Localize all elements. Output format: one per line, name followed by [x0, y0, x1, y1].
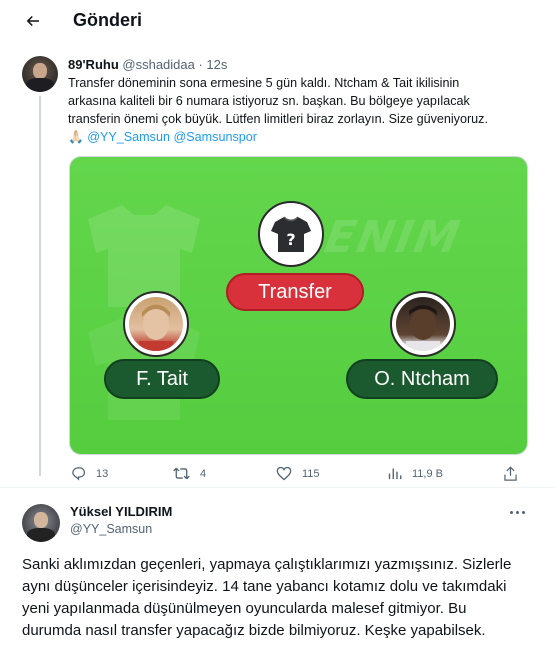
heart-icon [276, 466, 292, 481]
player-photo-ntcham [390, 291, 456, 357]
bar-chart-icon [388, 468, 402, 480]
tweet-time[interactable]: · 12s [198, 57, 227, 72]
reply-text-line: aynı düşünceler içerisindeyiz. 14 tane y… [22, 578, 507, 595]
tweet-text-line: arkasına kaliteli bir 6 numara istiyoruz… [68, 94, 470, 108]
reply-author-name[interactable]: Yüksel YILDIRIM [70, 504, 172, 519]
retweet-icon [173, 467, 190, 480]
views-button[interactable]: 11,9 B [387, 466, 443, 481]
avatar[interactable] [22, 56, 58, 92]
pray-emoji: 🙏🏻 [68, 130, 84, 144]
back-button[interactable] [20, 8, 46, 34]
svg-text:?: ? [286, 230, 295, 249]
player-name-right: O. Ntcham [346, 359, 498, 399]
reply-text: Sanki aklımızdan geçenleri, yapmaya çalı… [22, 554, 537, 642]
more-dot-icon [522, 510, 525, 514]
reply-tweet[interactable]: Yüksel YILDIRIM @YY_Samsun Sanki aklımız… [0, 492, 555, 657]
reply-count: 13 [96, 467, 109, 480]
author-handle[interactable]: @sshadidaa [122, 57, 194, 72]
retweet-count: 4 [200, 467, 207, 480]
like-button[interactable]: 115 [276, 466, 320, 481]
player-name-left: F. Tait [104, 359, 220, 399]
reply-avatar[interactable] [22, 504, 60, 542]
reply-text-line: yeni yapılanmada düşünülmeyen oyunculard… [22, 600, 467, 617]
reply-icon [72, 467, 86, 481]
player-face [139, 304, 173, 351]
tweet-text: Transfer döneminin sona ermesine 5 gün k… [68, 74, 538, 146]
tweet[interactable]: 89'Ruhu @sshadidaa · 12s Transfer dönemi… [0, 48, 555, 488]
tweet-actions: 13 4 115 11,9 B [69, 466, 529, 486]
reply-author-handle[interactable]: @YY_Samsun [70, 522, 152, 536]
more-dot-icon [510, 510, 513, 514]
tweet-author: 89'Ruhu @sshadidaa · 12s [68, 57, 227, 72]
arrow-left-icon [26, 15, 39, 27]
more-options-button[interactable] [510, 506, 530, 518]
more-dot-icon [516, 510, 519, 514]
view-count: 11,9 B [412, 467, 443, 480]
like-count: 115 [302, 467, 320, 480]
share-icon [504, 466, 517, 481]
tweet-mentions[interactable]: @YY_Samsun @Samsunspor [87, 130, 257, 144]
tweet-text-line: 🙏🏻 @YY_Samsun @Samsunspor [68, 128, 538, 146]
transfer-label: Transfer [226, 273, 364, 311]
player-photo-tait [123, 291, 189, 357]
reply-button[interactable]: 13 [71, 466, 108, 481]
page-title: Gönderi [73, 10, 143, 30]
player-face [406, 305, 440, 351]
author-name[interactable]: 89'Ruhu [68, 57, 119, 72]
share-button[interactable] [503, 466, 518, 482]
retweet-button[interactable]: 4 [173, 466, 206, 481]
top-bar: Gönderi [0, 0, 555, 40]
reply-text-line: durumda nasıl transfer yapacağız bizde b… [22, 622, 486, 639]
tweet-text-line: Transfer döneminin sona ermesine 5 gün k… [68, 76, 460, 90]
tweet-text-line: transferin önemi çok büyük. Lütfen limit… [68, 112, 488, 126]
tweet-media-image[interactable]: BENIM ? Transfer F. Tait O. Ntcham [69, 156, 528, 455]
jersey-question-icon: ? [271, 216, 311, 252]
reply-text-line: Sanki aklımızdan geçenleri, yapmaya çalı… [22, 556, 512, 573]
thread-line [39, 96, 41, 476]
mystery-player-circle: ? [258, 201, 324, 267]
